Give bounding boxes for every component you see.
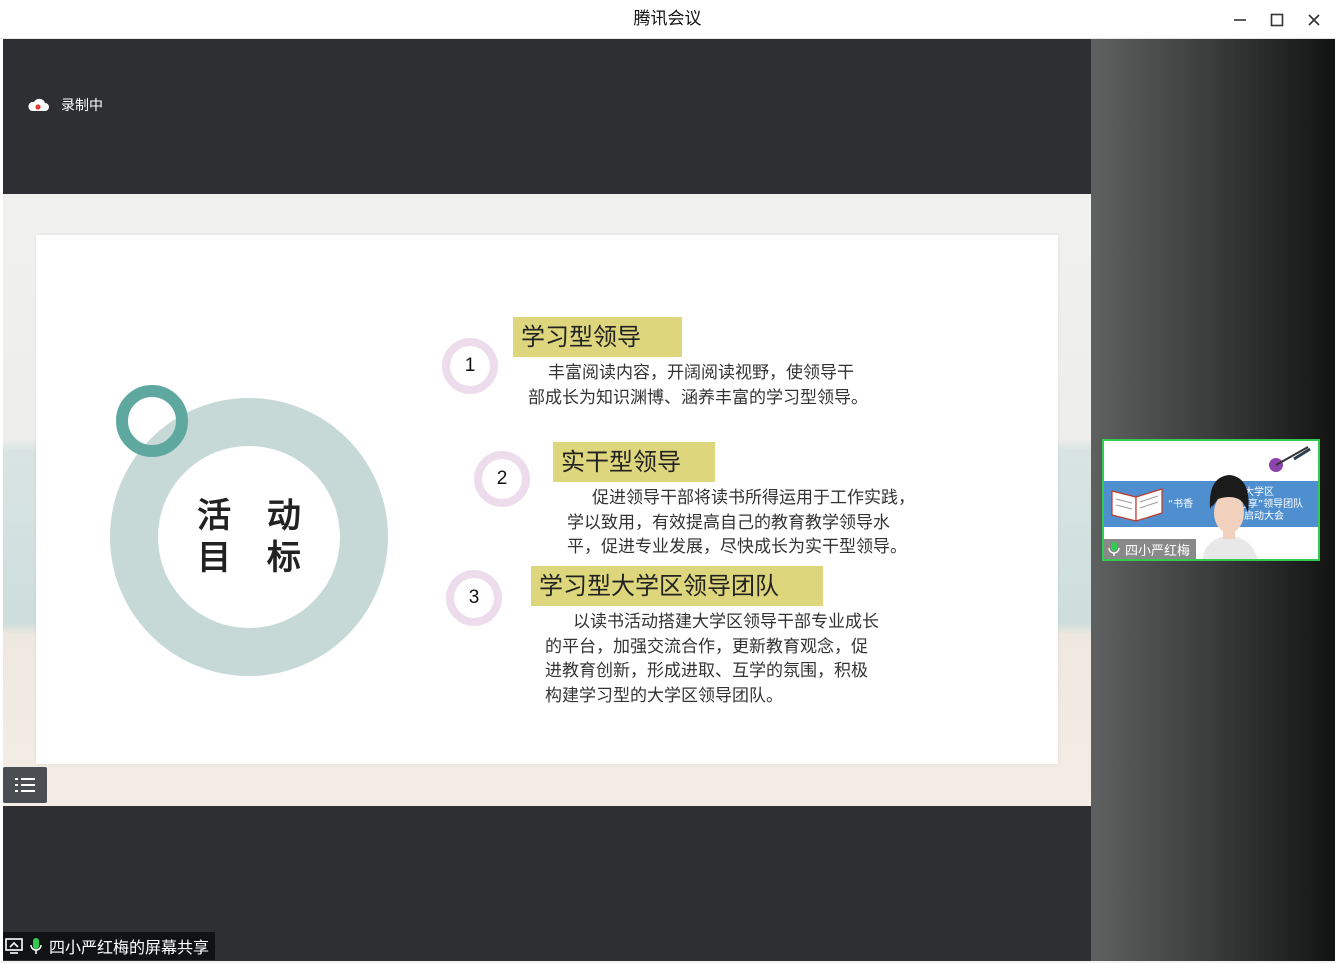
number-1: 1 <box>450 346 490 386</box>
presentation-slide: 活 动 目 标 1 学习型领导 丰富阅读内容，开阔阅读视野，使领导干 部成长为知… <box>36 235 1058 764</box>
goal-title: 活 动 目 标 <box>197 496 313 578</box>
maximize-button[interactable] <box>1262 6 1292 34</box>
close-button[interactable] <box>1299 6 1329 34</box>
participant-panel: 大学区 “书香 分享”领导团队 启动大会 四小严红梅 <box>1091 39 1335 961</box>
item-1-line-2: 部成长为知识渊博、涵养丰富的学习型领导。 <box>528 387 868 408</box>
window-title: 腾讯会议 <box>633 9 702 29</box>
pen-icon <box>1269 446 1311 472</box>
heading-tag-3: 学习型大学区领导团队 <box>531 566 823 606</box>
item-2-line-1: 促进领导干部将读书所得运用于工作实践， <box>592 488 915 508</box>
cloud-icon <box>28 98 49 111</box>
minimize-button[interactable] <box>1225 6 1255 34</box>
item-3-line-1: 以读书活动搭建大学区领导干部专业成长 <box>573 612 879 632</box>
recording-indicator[interactable]: 录制中 <box>27 95 103 115</box>
title-bar: 腾讯会议 <box>0 0 1335 39</box>
list-icon <box>15 778 35 792</box>
item-3-line-4: 构建学习型的大学区领导团队。 <box>545 685 783 706</box>
goal-ring-center: 活 动 目 标 <box>158 446 340 628</box>
item-2-line-3: 平，促进专业发展，尽快成长为实干型领导。 <box>567 537 907 557</box>
participant-name: 四小严红梅 <box>1125 543 1191 559</box>
participant-name-bar: 四小严红梅 <box>1104 539 1197 559</box>
item-3-line-3: 进教育创新，形成进取、互学的氛围，积极 <box>545 661 868 681</box>
screen-share-icon <box>5 938 23 954</box>
number-badge-1: 1 <box>442 338 498 394</box>
participant-avatar <box>1202 475 1258 559</box>
participant-video-tile[interactable]: 大学区 “书香 分享”领导团队 启动大会 四小严红梅 <box>1102 439 1320 561</box>
slide-list-button[interactable] <box>3 767 47 803</box>
minimize-icon <box>1234 19 1246 21</box>
banner-line-2: “书香 <box>1168 499 1194 510</box>
item-2-text: 促进领导干部将读书所得运用于工作实践， 学以致用，有效提高自己的教育教学领导水 … <box>567 486 987 560</box>
decorative-ring <box>116 385 188 457</box>
number-2: 2 <box>482 459 522 499</box>
maximize-icon <box>1270 13 1284 27</box>
main-stage: 录制中 活 动 目 标 1 学习型领导 丰富阅读内容，开阔阅读视野，使领导干 部… <box>3 39 1091 961</box>
item-2-line-2: 学以致用，有效提高自己的教育教学领导水 <box>567 512 890 533</box>
item-3-text: 以读书活动搭建大学区领导干部专业成长 的平台，加强交流合作，更新教育观念，促 进… <box>545 610 965 708</box>
book-icon <box>1111 488 1163 522</box>
number-badge-2: 2 <box>474 451 530 507</box>
close-icon <box>1308 14 1320 26</box>
heading-tag-2: 实干型领导 <box>553 442 715 482</box>
number-3: 3 <box>454 578 494 618</box>
microphone-icon <box>1108 542 1120 556</box>
number-badge-3: 3 <box>446 570 502 626</box>
item-1-text: 丰富阅读内容，开阔阅读视野，使领导干 部成长为知识渊博、涵养丰富的学习型领导。 <box>528 361 948 410</box>
microphone-icon <box>30 938 42 954</box>
shared-screen: 活 动 目 标 1 学习型领导 丰富阅读内容，开阔阅读视野，使领导干 部成长为知… <box>3 194 1091 806</box>
screen-share-label: 四小严红梅的屏幕共享 <box>3 932 216 960</box>
item-3-line-2: 的平台，加强交流合作，更新教育观念，促 <box>545 636 868 657</box>
heading-tag-1: 学习型领导 <box>513 317 682 357</box>
item-1-line-1: 丰富阅读内容，开阔阅读视野，使领导干 <box>548 363 854 383</box>
recording-label: 录制中 <box>61 98 103 114</box>
screen-share-text: 四小严红梅的屏幕共享 <box>49 938 210 957</box>
